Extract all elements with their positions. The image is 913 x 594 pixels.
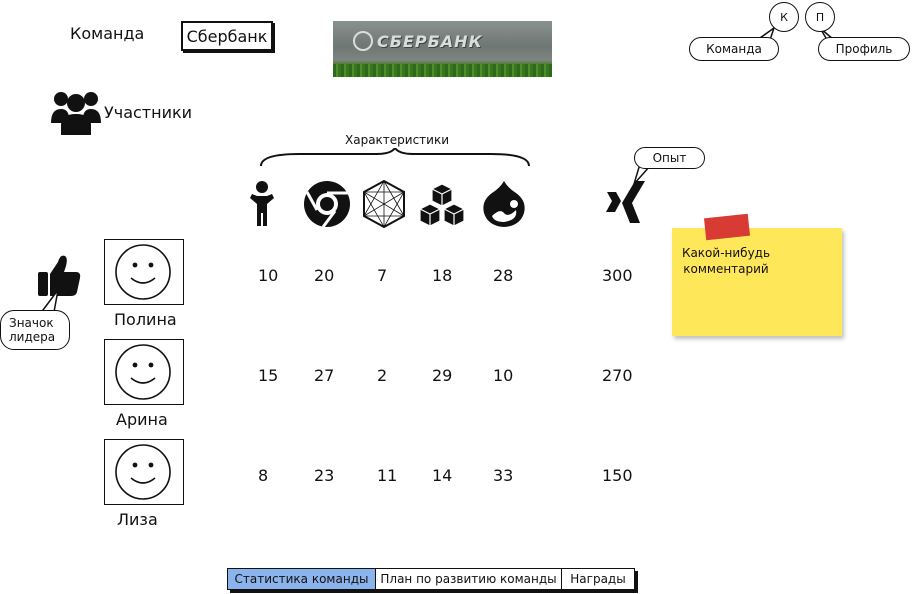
team-bubble: Команда [689, 37, 779, 61]
stat-value: 18 [432, 266, 453, 285]
members-label: Участники [104, 103, 193, 122]
characteristics-label: Характеристики [345, 133, 450, 147]
avatar[interactable] [104, 439, 184, 505]
stat-value: 7 [377, 266, 388, 285]
stat-value: 33 [493, 466, 514, 485]
team-label: Команда [70, 24, 145, 43]
stat-value: 150 [602, 466, 633, 485]
stat-value: 270 [602, 366, 633, 385]
tab-team-stats[interactable]: Статистика команды [228, 569, 376, 589]
stat-value: 29 [432, 366, 453, 385]
stat-value: 10 [493, 366, 514, 385]
member-name: Арина [116, 410, 168, 429]
team-circle-button[interactable]: К [769, 2, 799, 32]
tab-team-development[interactable]: План по развитию команды [376, 569, 562, 589]
stat-value: 20 [314, 266, 335, 285]
logo-mark-icon [353, 31, 373, 51]
sticky-tape [703, 213, 751, 241]
characteristics-brace [260, 148, 530, 167]
chrome-icon [303, 180, 351, 232]
experience-bubble: Опыт [634, 147, 705, 169]
tab-bar: Статистика команды План по развитию кома… [227, 568, 635, 590]
sticky-text: Какой-нибудь комментарий [681, 246, 771, 276]
stat-value: 27 [314, 366, 335, 385]
member-name: Полина [114, 310, 177, 329]
member-name: Лиза [117, 510, 158, 529]
stat-value: 28 [493, 266, 514, 285]
logo-grass [333, 64, 552, 77]
person-icon [250, 180, 274, 232]
stat-value: 11 [377, 466, 398, 485]
tab-awards[interactable]: Награды [562, 569, 634, 589]
stat-value: 23 [314, 466, 335, 485]
group-icon [51, 89, 101, 139]
avatar[interactable] [104, 239, 184, 305]
stat-value: 10 [258, 266, 279, 285]
stat-value: 300 [602, 266, 633, 285]
stat-value: 2 [377, 366, 388, 385]
stat-value: 8 [258, 466, 269, 485]
geodesic-icon [360, 179, 408, 232]
stat-value: 15 [258, 366, 279, 385]
cubes-icon [418, 180, 466, 232]
leader-bubble: Значок лидера [0, 310, 70, 350]
logo-word: СБЕРБАНК [377, 32, 483, 51]
profile-circle-button[interactable]: П [805, 2, 835, 32]
stat-value: 14 [432, 466, 453, 485]
team-name-box[interactable]: Сбербанк [181, 21, 273, 51]
drupal-icon [480, 180, 528, 232]
sticky-note: Какой-нибудь комментарий [672, 213, 842, 336]
avatar[interactable] [104, 339, 184, 405]
sberbank-logo: СБЕРБАНК [333, 21, 552, 77]
profile-bubble: Профиль [818, 37, 910, 61]
